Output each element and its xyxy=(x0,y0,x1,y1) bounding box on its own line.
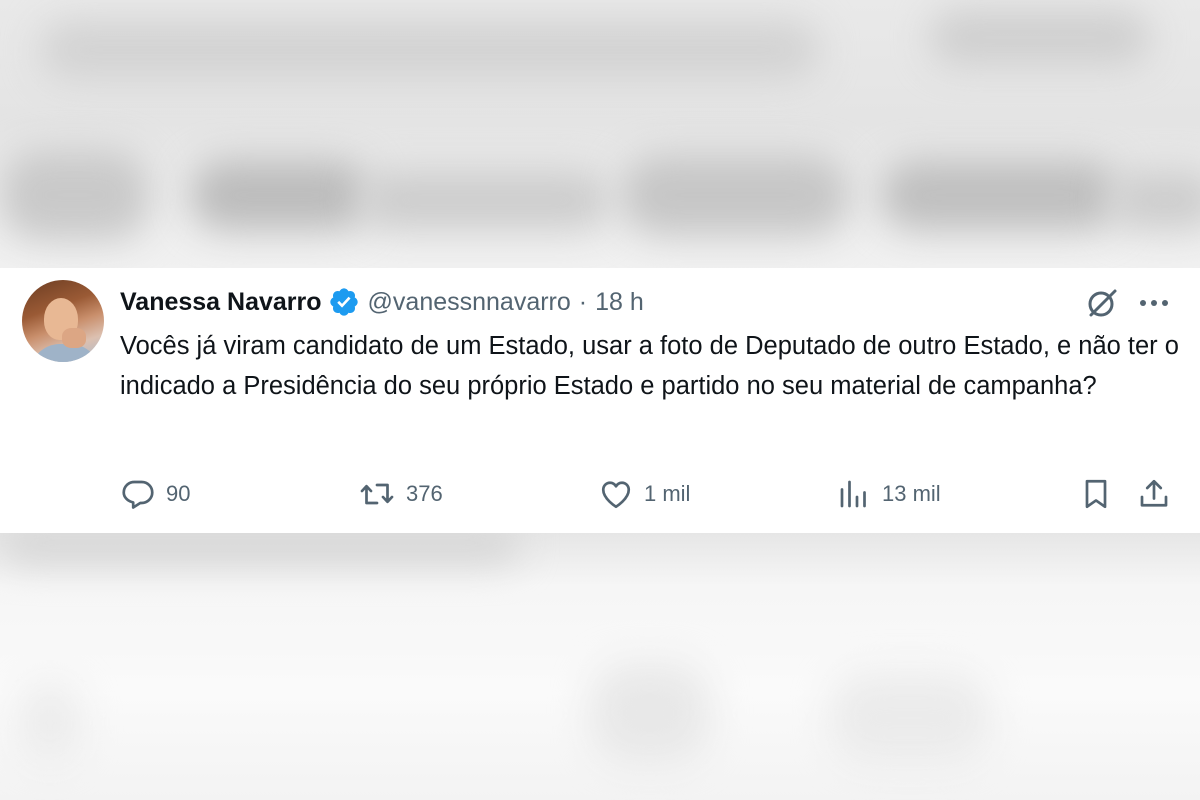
blurred-background-bottom xyxy=(0,533,1200,800)
screenshot-stage: Vanessa Navarro @vanessnnavarro · 18 h V… xyxy=(0,0,1200,800)
tweet-header: Vanessa Navarro @vanessnnavarro · 18 h xyxy=(120,284,644,320)
header-separator: · xyxy=(578,287,588,316)
tweet-text: Vocês já viram candidato de um Estado, u… xyxy=(120,332,1179,400)
reply-count: 90 xyxy=(166,481,191,506)
grok-icon[interactable] xyxy=(1084,285,1120,321)
tweet-actions: 90 376 1 mil 13 mil xyxy=(0,474,1200,514)
tweet-timestamp[interactable]: 18 h xyxy=(595,288,644,317)
reply-button[interactable]: 90 xyxy=(120,474,190,514)
like-count: 1 mil xyxy=(644,481,691,506)
blurred-background-top xyxy=(0,0,1200,270)
author-handle[interactable]: @vanessnnavarro xyxy=(368,288,571,317)
heart-icon xyxy=(598,476,634,512)
more-dots-icon[interactable] xyxy=(1134,285,1174,321)
like-button[interactable]: 1 mil xyxy=(598,474,690,514)
views-chart-icon xyxy=(836,476,872,512)
share-icon xyxy=(1136,476,1172,512)
repost-icon xyxy=(358,476,396,512)
share-button[interactable] xyxy=(1136,474,1172,514)
repost-count: 376 xyxy=(406,481,443,506)
author-name[interactable]: Vanessa Navarro xyxy=(120,288,322,317)
repost-button[interactable]: 376 xyxy=(358,474,443,514)
avatar[interactable] xyxy=(22,280,104,362)
tweet-card[interactable]: Vanessa Navarro @vanessnnavarro · 18 h V… xyxy=(0,268,1200,533)
verified-badge-icon[interactable] xyxy=(328,286,360,318)
views-count: 13 mil xyxy=(882,481,941,506)
bookmark-icon xyxy=(1078,476,1114,512)
reply-icon xyxy=(120,476,156,512)
views-button[interactable]: 13 mil xyxy=(836,474,941,514)
bookmark-button[interactable] xyxy=(1078,474,1114,514)
